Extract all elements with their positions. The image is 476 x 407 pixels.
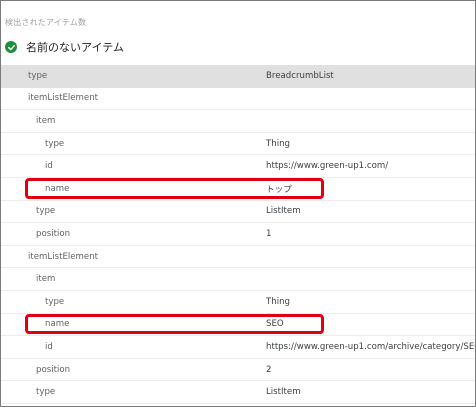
property-row[interactable]: type ListItem xyxy=(1,201,475,224)
property-row[interactable]: type Thing xyxy=(1,133,475,156)
property-row[interactable]: itemListElement xyxy=(1,246,475,269)
property-row[interactable]: name トップ xyxy=(1,178,475,201)
property-value: ListItem xyxy=(266,387,301,398)
detected-items-label: 検出されたアイテム数 xyxy=(5,18,87,27)
property-row[interactable]: type Thing xyxy=(1,291,475,314)
property-key: name xyxy=(45,319,70,330)
property-row[interactable]: type BreadcrumbList xyxy=(1,65,475,88)
property-key: position xyxy=(36,228,71,239)
property-value: BreadcrumbList xyxy=(266,70,334,81)
property-value: https://www.green-up1.com/archive/catego… xyxy=(266,341,476,352)
property-value: Thing xyxy=(266,296,290,307)
property-row[interactable]: item xyxy=(1,110,475,133)
property-key: item xyxy=(36,274,56,285)
item-title: 名前のないアイテム xyxy=(26,41,124,54)
property-value: 1 xyxy=(266,228,272,239)
property-key: id xyxy=(45,341,53,352)
property-key: name xyxy=(45,183,70,194)
property-row[interactable]: position 2 xyxy=(1,359,475,382)
property-row[interactable]: id https://www.green-up1.com/ xyxy=(1,155,475,178)
check-circle-icon xyxy=(5,41,17,53)
property-row[interactable]: item xyxy=(1,268,475,291)
property-row[interactable]: name SEO xyxy=(1,314,475,337)
property-key: type xyxy=(45,296,65,307)
property-key: position xyxy=(36,364,71,375)
property-value: トップ xyxy=(266,184,292,195)
property-row[interactable]: itemListElement xyxy=(1,88,475,111)
property-value: Thing xyxy=(266,138,290,149)
property-key: id xyxy=(45,161,53,172)
property-key: type xyxy=(36,387,56,398)
property-value: ListItem xyxy=(266,206,301,217)
property-value: SEO xyxy=(266,319,284,330)
property-value: 2 xyxy=(266,364,272,375)
property-key: type xyxy=(28,70,48,81)
property-key: type xyxy=(45,138,65,149)
property-value: https://www.green-up1.com/ xyxy=(266,161,389,172)
property-key: item xyxy=(36,115,56,126)
item-header[interactable]: 名前のないアイテム xyxy=(5,39,124,55)
property-key: itemListElement xyxy=(28,251,99,262)
property-key: itemListElement xyxy=(28,93,99,104)
property-row[interactable]: id https://www.green-up1.com/archive/cat… xyxy=(1,336,476,359)
property-key: type xyxy=(36,206,56,217)
structured-data-panel: 検出されたアイテム数 名前のないアイテム type BreadcrumbList… xyxy=(0,0,476,407)
property-row[interactable]: type ListItem xyxy=(1,381,475,404)
property-table: type BreadcrumbList itemListElement item… xyxy=(1,65,476,404)
property-row[interactable]: position 1 xyxy=(1,223,475,246)
